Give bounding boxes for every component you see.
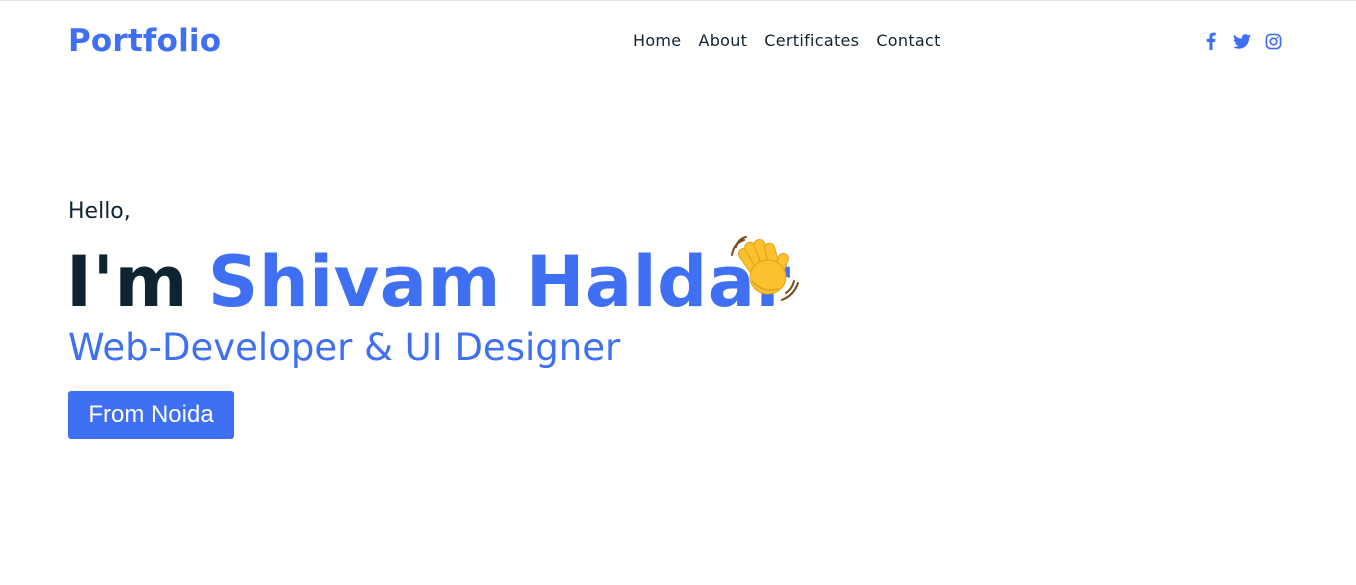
- hero-name: Shivam Haldar: [207, 241, 791, 323]
- portfolio-page: Portfolio Home About Certificates Contac…: [0, 0, 1356, 585]
- nav-link-contact[interactable]: Contact: [876, 31, 940, 50]
- nav-link-certificates[interactable]: Certificates: [764, 31, 859, 50]
- greeting-text: I'm: [66, 241, 188, 323]
- instagram-icon[interactable]: [1264, 32, 1282, 50]
- main-nav: Home About Certificates Contact: [633, 31, 941, 50]
- nav-link-home[interactable]: Home: [633, 31, 681, 50]
- nav-link-about[interactable]: About: [698, 31, 747, 50]
- twitter-icon[interactable]: [1233, 32, 1251, 50]
- waving-hand-icon: [728, 233, 800, 305]
- hello-text: Hello,: [68, 199, 131, 224]
- facebook-icon[interactable]: [1202, 32, 1220, 50]
- location-button[interactable]: From Noida: [68, 391, 234, 439]
- site-header: Portfolio Home About Certificates Contac…: [0, 1, 1356, 83]
- social-links: [1202, 32, 1282, 50]
- hero-headline: I'm Shivam Haldar: [66, 239, 791, 325]
- logo-link[interactable]: Portfolio: [68, 23, 221, 59]
- hero-role: Web-Developer & UI Designer: [68, 326, 621, 369]
